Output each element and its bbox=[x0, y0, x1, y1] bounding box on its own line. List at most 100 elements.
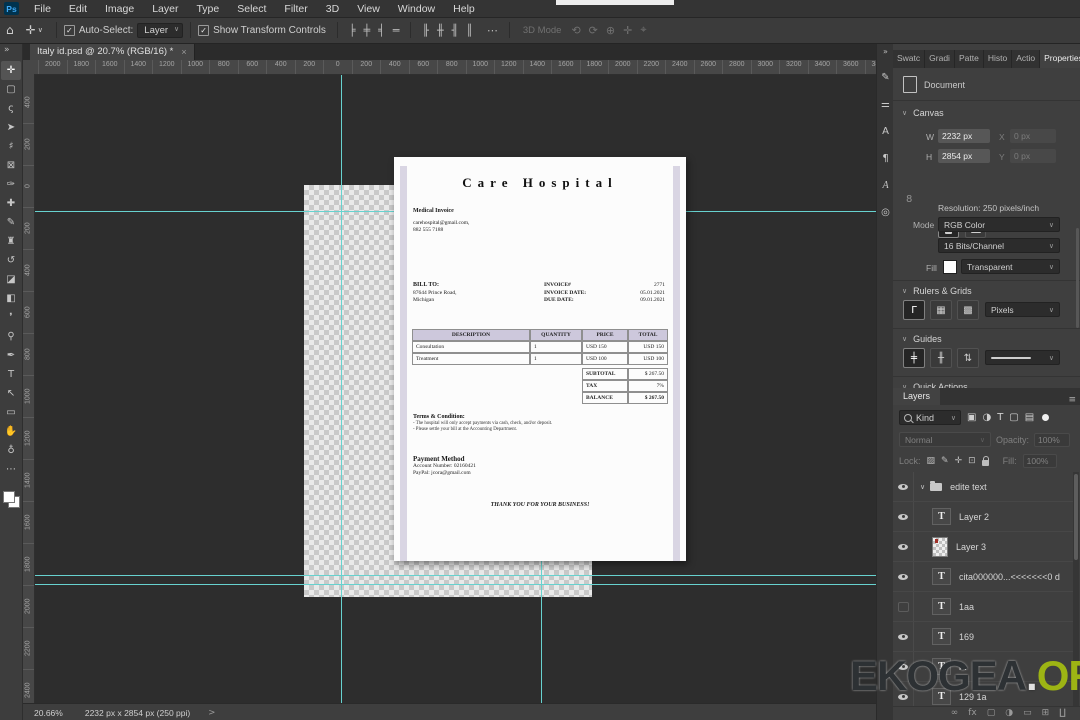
filter-kind-dropdown[interactable]: Kind ∨ bbox=[899, 410, 961, 425]
zoom-tool[interactable]: ♁ bbox=[1, 441, 21, 460]
shape-tool[interactable]: ▭ bbox=[1, 403, 21, 422]
panel-tab[interactable]: Actio bbox=[1012, 50, 1041, 68]
distribute-left-icon[interactable]: ╟ bbox=[422, 24, 429, 37]
layer-name[interactable]: 169 bbox=[959, 632, 974, 642]
visibility-toggle[interactable] bbox=[893, 562, 914, 591]
menu-item[interactable]: Image bbox=[96, 1, 143, 17]
layer-row[interactable]: ∨ cita000000...<<<<<<<0 d bbox=[893, 562, 1073, 592]
properties-scrollbar[interactable] bbox=[1076, 228, 1079, 328]
filter-adjustment-layers-icon[interactable]: ◑ bbox=[982, 412, 991, 423]
eraser-tool[interactable]: ◪ bbox=[1, 270, 21, 289]
layers-tab[interactable]: Layers bbox=[893, 388, 941, 405]
ruler-units-dropdown[interactable]: Pixels ∨ bbox=[985, 302, 1060, 317]
lock-position-icon[interactable]: ✛ bbox=[955, 456, 963, 466]
brushes-panel-icon[interactable]: ✎ bbox=[881, 64, 889, 91]
delete-layer-icon[interactable]: ∐ bbox=[1059, 707, 1066, 719]
menu-item[interactable]: Help bbox=[444, 1, 484, 17]
layer-name[interactable]: 1aa bbox=[959, 602, 974, 612]
color-swatches[interactable] bbox=[3, 491, 20, 508]
layer-row[interactable]: ∨ 1aa bbox=[893, 592, 1073, 622]
filter-smart-objects-icon[interactable]: ▤ bbox=[1025, 412, 1034, 423]
glyphs-panel-icon[interactable]: A bbox=[882, 172, 888, 199]
new-group-icon[interactable]: ▭ bbox=[1023, 707, 1032, 719]
guide-horizontal[interactable] bbox=[34, 584, 876, 585]
distribute-right-icon[interactable]: ╢ bbox=[452, 24, 459, 37]
guide-horizontal[interactable] bbox=[34, 211, 394, 212]
clone-stamp-tool[interactable]: ♜ bbox=[1, 232, 21, 251]
healing-brush-tool[interactable]: ✚ bbox=[1, 194, 21, 213]
align-top-icon[interactable]: ═ bbox=[393, 24, 400, 37]
bit-depth-dropdown[interactable]: 16 Bits/Channel ∨ bbox=[938, 238, 1060, 253]
marquee-tool[interactable]: ▢ bbox=[1, 80, 21, 99]
visibility-toggle[interactable] bbox=[893, 472, 914, 501]
rulers-grids-section-header[interactable]: ∨ Rulers & Grids bbox=[902, 286, 972, 296]
panel-tab[interactable]: Histo bbox=[983, 50, 1013, 68]
tool-presets-icon[interactable]: ⚌ bbox=[881, 91, 890, 118]
guide-style-dropdown[interactable]: ∨ bbox=[985, 350, 1060, 365]
filter-shape-layers-icon[interactable]: ▢ bbox=[1009, 412, 1018, 423]
expand-tabs-icon[interactable]: » bbox=[4, 45, 10, 55]
menu-item[interactable]: View bbox=[348, 1, 389, 17]
adjustment-layer-icon[interactable]: ◑ bbox=[1005, 707, 1013, 719]
layer-thumbnail[interactable] bbox=[932, 628, 951, 645]
auto-select-checkbox[interactable]: ✓ bbox=[63, 24, 75, 36]
lock-all-icon[interactable] bbox=[981, 456, 989, 466]
visibility-toggle[interactable] bbox=[893, 502, 914, 531]
menu-item[interactable]: File bbox=[25, 1, 60, 17]
photoshop-logo[interactable]: Ps bbox=[4, 2, 19, 15]
layer-name[interactable]: Layer 3 bbox=[956, 542, 986, 552]
layer-style-icon[interactable]: fx bbox=[968, 707, 977, 719]
link-layers-icon[interactable]: ∞ bbox=[951, 707, 959, 719]
new-guide-icon[interactable]: ╪ bbox=[903, 348, 925, 368]
opacity-field[interactable]: 100% bbox=[1034, 432, 1071, 447]
new-layer-icon[interactable]: ⊞ bbox=[1042, 707, 1050, 719]
layer-thumbnail[interactable] bbox=[932, 568, 951, 585]
visibility-toggle[interactable] bbox=[893, 532, 914, 561]
guide-horizontal[interactable] bbox=[34, 575, 876, 576]
collapse-panels-icon[interactable]: » bbox=[883, 47, 888, 56]
align-left-icon[interactable]: ╞ bbox=[349, 24, 356, 37]
menu-item[interactable]: Select bbox=[228, 1, 275, 17]
clear-guides-icon[interactable]: ⇅ bbox=[957, 348, 979, 368]
align-center-h-icon[interactable]: ╪ bbox=[364, 24, 371, 37]
visibility-toggle[interactable] bbox=[893, 622, 914, 651]
panel-tab[interactable]: Swatc bbox=[893, 50, 926, 68]
width-field[interactable]: 2232 px bbox=[938, 129, 990, 143]
horizontal-ruler[interactable]: 2000 1800 1600 1400 1200 1000 800 600 400 200 0 200… bbox=[34, 60, 876, 75]
brush-tool[interactable]: ✎ bbox=[1, 213, 21, 232]
menu-item[interactable]: Window bbox=[389, 1, 444, 17]
fill-color-swatch[interactable] bbox=[943, 260, 957, 274]
lock-guides-icon[interactable]: ╫ bbox=[930, 348, 952, 368]
document-tab[interactable]: Italy id.psd @ 20.7% (RGB/16) * × bbox=[30, 43, 195, 60]
filter-toggle-icon[interactable] bbox=[1042, 414, 1050, 421]
canvas-section-header[interactable]: ∨ Canvas bbox=[902, 108, 944, 118]
layer-thumbnail[interactable] bbox=[932, 508, 951, 525]
layer-thumbnail[interactable] bbox=[932, 598, 951, 615]
tool-dropdown-caret-icon[interactable]: ∨ bbox=[38, 26, 43, 34]
chevron-down-icon[interactable]: ∨ bbox=[920, 483, 925, 491]
paragraph-panel-icon[interactable]: ¶ bbox=[882, 145, 888, 172]
more-options-icon[interactable]: ⋯ bbox=[487, 24, 498, 37]
lock-artboard-icon[interactable]: ⊡ bbox=[968, 456, 976, 466]
lasso-tool[interactable]: ς bbox=[1, 99, 21, 118]
fill-field[interactable]: 100% bbox=[1022, 454, 1057, 468]
crop-tool[interactable]: ♯ bbox=[1, 137, 21, 156]
guide-vertical[interactable] bbox=[541, 561, 542, 703]
distribute-center-icon[interactable]: ╫ bbox=[437, 24, 444, 37]
link-dimensions-icon[interactable]: 8 bbox=[906, 194, 912, 205]
menu-item[interactable]: Type bbox=[187, 1, 228, 17]
distribute-gaps-icon[interactable]: ║ bbox=[466, 24, 473, 37]
height-field[interactable]: 2854 px bbox=[938, 149, 990, 163]
menu-item[interactable]: Layer bbox=[143, 1, 187, 17]
blend-mode-dropdown[interactable]: Normal ∨ bbox=[899, 432, 991, 447]
edit-toolbar[interactable]: ⋯ bbox=[1, 460, 21, 479]
hand-tool[interactable]: ✋ bbox=[1, 422, 21, 441]
gradient-tool[interactable]: ◧ bbox=[1, 289, 21, 308]
history-brush-tool[interactable]: ↺ bbox=[1, 251, 21, 270]
foreground-color-swatch[interactable] bbox=[3, 491, 15, 503]
eyedropper-tool[interactable]: ✑ bbox=[1, 175, 21, 194]
panel-tab[interactable]: Patte bbox=[954, 50, 984, 68]
path-select-tool[interactable]: ↖ bbox=[1, 384, 21, 403]
layers-panel-menu-icon[interactable]: ≡ bbox=[1064, 395, 1080, 405]
layer-thumbnail[interactable] bbox=[932, 536, 948, 557]
